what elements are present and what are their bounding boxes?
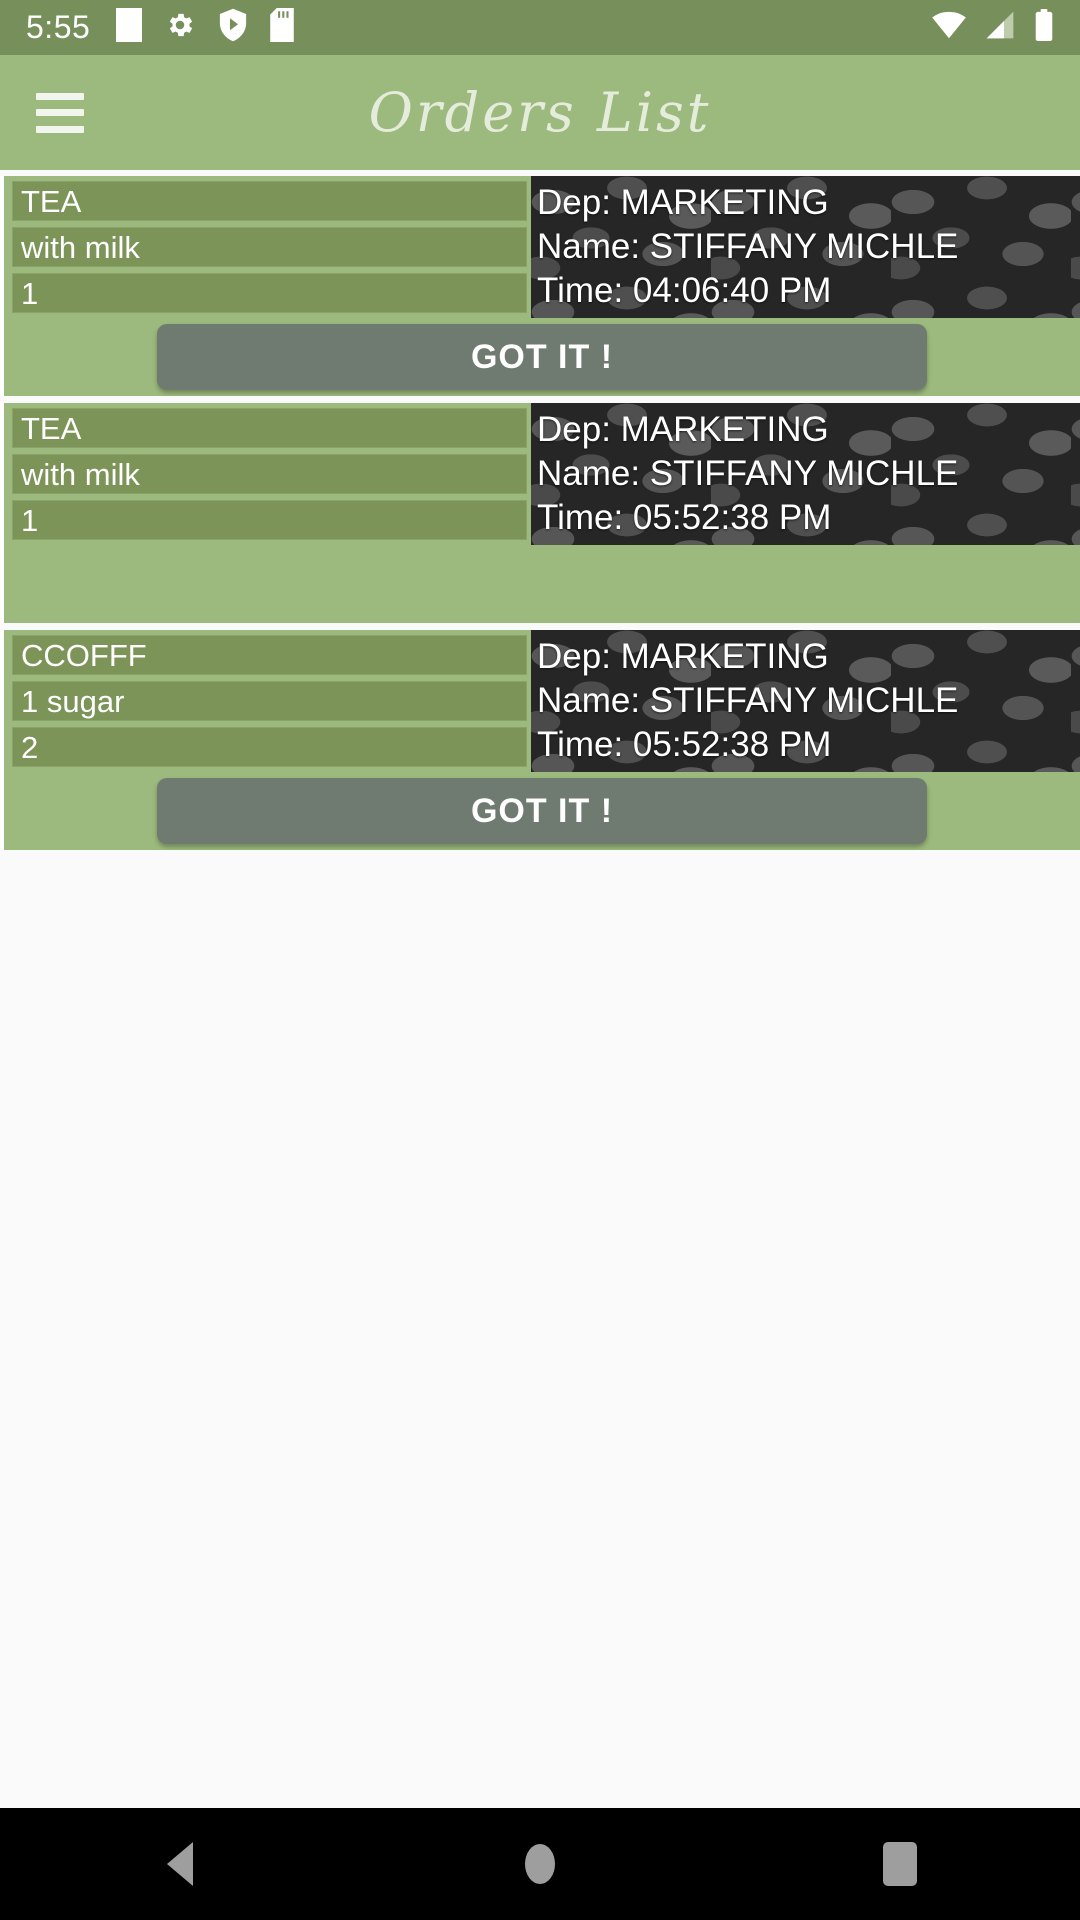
order-item-field: TEA [12, 181, 527, 221]
order-card[interactable]: CCOFFF 1 sugar 2 Dep: MARKETING Name: ST… [0, 630, 1080, 850]
order-department: Dep: MARKETING [537, 410, 829, 450]
order-info-lines: Dep: MARKETING Name: STIFFANY MICHLE Tim… [537, 181, 1080, 312]
gear-icon [164, 9, 196, 46]
order-info-panel: Dep: MARKETING Name: STIFFANY MICHLE Tim… [531, 630, 1080, 772]
order-customer-name: Name: STIFFANY MICHLE [537, 227, 959, 267]
status-bar-clock: 5:55 [26, 9, 91, 45]
nav-home-button[interactable] [480, 1808, 600, 1920]
status-bar-right-icons [932, 9, 1054, 46]
order-card[interactable]: TEA with milk 1 Dep: MARKETING Name: STI… [0, 403, 1080, 623]
order-info-lines: Dep: MARKETING Name: STIFFANY MICHLE Tim… [537, 635, 1080, 766]
order-action-row: GOT IT ! [4, 318, 1080, 396]
order-action-row [4, 545, 1080, 623]
recents-square-icon [883, 1842, 917, 1886]
order-item-field: TEA [12, 408, 527, 448]
order-info-panel: Dep: MARKETING Name: STIFFANY MICHLE Tim… [531, 176, 1080, 318]
order-note-field: 1 sugar [12, 681, 527, 721]
order-department: Dep: MARKETING [537, 183, 829, 223]
phone-screen: 5:55 Orders List TEA with milk 1 Dep: MA… [0, 0, 1080, 1920]
order-fields: TEA with milk 1 [4, 176, 531, 318]
order-fields: TEA with milk 1 [4, 403, 531, 545]
order-time: Time: 04:06:40 PM [537, 270, 832, 310]
sd-card-icon [270, 8, 295, 47]
order-card[interactable]: TEA with milk 1 Dep: MARKETING Name: STI… [0, 176, 1080, 396]
order-customer-name: Name: STIFFANY MICHLE [537, 454, 959, 494]
status-bar: 5:55 [0, 0, 1080, 55]
order-info-panel: Dep: MARKETING Name: STIFFANY MICHLE Tim… [531, 403, 1080, 545]
order-department: Dep: MARKETING [537, 637, 829, 677]
nav-recents-button[interactable] [840, 1808, 960, 1920]
order-info-lines: Dep: MARKETING Name: STIFFANY MICHLE Tim… [537, 408, 1080, 539]
hamburger-line [36, 109, 84, 116]
order-fields: CCOFFF 1 sugar 2 [4, 630, 531, 772]
home-circle-icon [525, 1844, 555, 1884]
got-it-button[interactable]: GOT IT ! [157, 778, 927, 844]
order-quantity-field: 1 [12, 500, 527, 540]
order-time: Time: 05:52:38 PM [537, 497, 832, 537]
order-card-body: CCOFFF 1 sugar 2 Dep: MARKETING Name: ST… [4, 630, 1080, 772]
wifi-icon [932, 11, 966, 44]
order-note-field: with milk [12, 227, 527, 267]
order-card-body: TEA with milk 1 Dep: MARKETING Name: STI… [4, 176, 1080, 318]
battery-icon [1034, 9, 1054, 46]
page-title: Orders List [368, 81, 712, 144]
hamburger-line [36, 92, 84, 100]
system-navigation-bar [0, 1808, 1080, 1920]
order-action-row: GOT IT ! [4, 772, 1080, 850]
app-bar: Orders List [0, 55, 1080, 170]
order-quantity-field: 1 [12, 273, 527, 313]
orders-list[interactable]: TEA with milk 1 Dep: MARKETING Name: STI… [0, 170, 1080, 850]
status-bar-left-icons [116, 8, 295, 47]
nav-back-button[interactable] [120, 1808, 240, 1920]
order-quantity-field: 2 [12, 727, 527, 767]
white-square-icon [116, 8, 143, 47]
back-triangle-icon [167, 1842, 193, 1886]
hamburger-line [36, 125, 84, 133]
order-card-body: TEA with milk 1 Dep: MARKETING Name: STI… [4, 403, 1080, 545]
shield-play-icon [218, 8, 248, 47]
hamburger-menu-icon[interactable] [36, 92, 84, 133]
got-it-button[interactable]: GOT IT ! [157, 324, 927, 390]
order-item-field: CCOFFF [12, 635, 527, 675]
order-time: Time: 05:52:38 PM [537, 724, 832, 764]
order-note-field: with milk [12, 454, 527, 494]
order-customer-name: Name: STIFFANY MICHLE [537, 681, 959, 721]
cellular-signal-icon [984, 11, 1016, 44]
